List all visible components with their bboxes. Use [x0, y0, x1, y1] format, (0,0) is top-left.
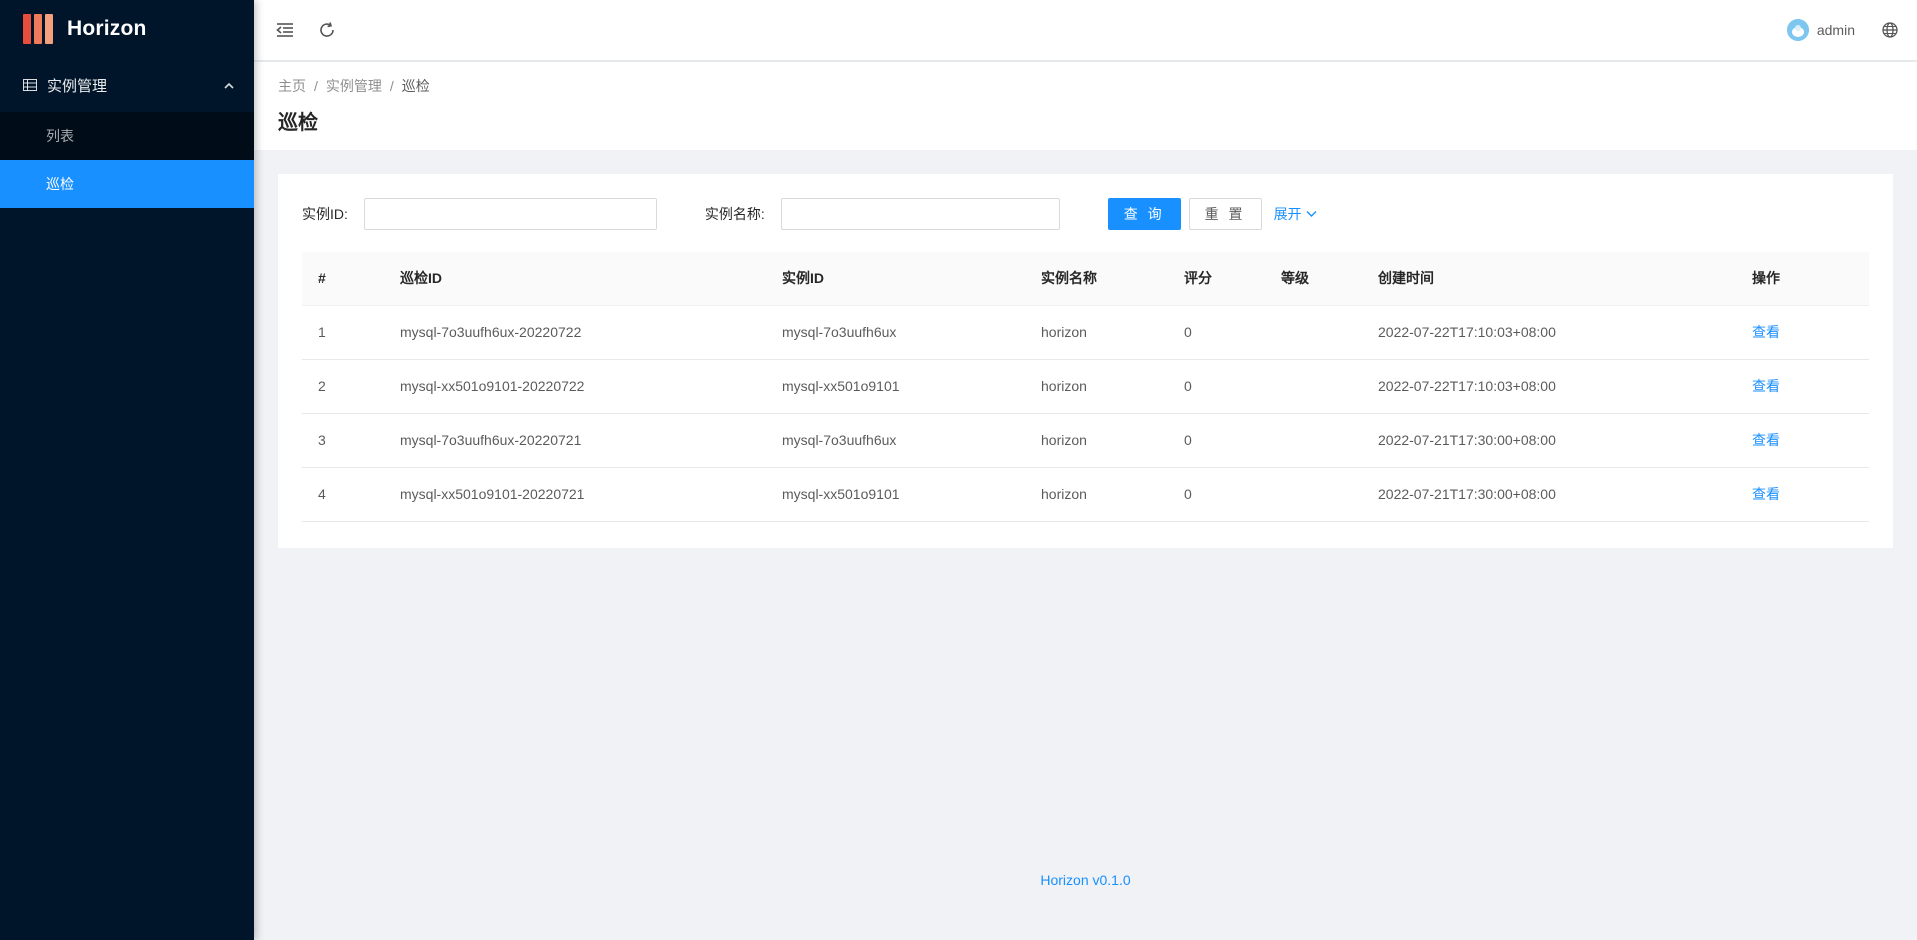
cell-instance-name: horizon — [1025, 359, 1168, 414]
inspection-table: # 巡检ID 实例ID 实例名称 评分 等级 创建时间 操作 1 mysql-7… — [302, 252, 1869, 522]
cell-level — [1265, 305, 1362, 360]
logo[interactable]: Horizon — [0, 0, 254, 58]
version-text[interactable]: Horizon v0.1.0 — [1040, 872, 1130, 888]
instance-name-input[interactable] — [780, 198, 1060, 230]
cell-instance-name: horizon — [1025, 305, 1168, 360]
page-title: 巡检 — [278, 112, 318, 134]
column-header: 实例名称 — [1025, 252, 1168, 306]
table-row: 3 mysql-7o3uufh6ux-20220721 mysql-7o3uuf… — [302, 413, 1869, 468]
view-link[interactable]: 查看 — [1752, 432, 1780, 448]
column-header: 等级 — [1265, 252, 1362, 306]
chevron-down-icon — [1306, 211, 1317, 217]
cell-index: 4 — [302, 467, 384, 522]
expand-label: 展开 — [1273, 206, 1302, 222]
column-header: 创建时间 — [1362, 252, 1736, 306]
view-link[interactable]: 查看 — [1752, 486, 1780, 502]
app-name: Horizon — [67, 17, 147, 40]
cell-score: 0 — [1168, 305, 1265, 360]
cell-level — [1265, 413, 1362, 468]
table-icon — [23, 79, 37, 91]
chevron-up-icon — [224, 82, 234, 89]
query-button[interactable]: 查 询 — [1107, 198, 1181, 230]
cell-inspection-id: mysql-xx501o9101-20220721 — [384, 467, 766, 522]
table-row: 1 mysql-7o3uufh6ux-20220722 mysql-7o3uuf… — [302, 305, 1869, 360]
cell-instance-id: mysql-7o3uufh6ux — [766, 305, 1025, 360]
search-form: 实例ID: 实例名称: 查 询 重 置 展开 — [302, 198, 1869, 230]
cell-level — [1265, 467, 1362, 522]
breadcrumb: 主页 / 实例管理 / 巡检 — [278, 76, 1893, 96]
cell-inspection-id: mysql-xx501o9101-20220722 — [384, 359, 766, 414]
cell-score: 0 — [1168, 467, 1265, 522]
content-card: 实例ID: 实例名称: 查 询 重 置 展开 # 巡检ID 实例ID 实例名称 … — [278, 174, 1893, 548]
instance-id-label: 实例ID: — [302, 206, 348, 222]
sidebar-group-label: 实例管理 — [47, 77, 108, 95]
table-header-row: # 巡检ID 实例ID 实例名称 评分 等级 创建时间 操作 — [302, 252, 1869, 306]
column-header: # — [302, 252, 384, 306]
cell-index: 3 — [302, 413, 384, 468]
sidebar-item-inspection[interactable]: 巡检 — [0, 160, 254, 208]
cell-instance-id: mysql-xx501o9101 — [766, 467, 1025, 522]
instance-id-input[interactable] — [363, 198, 657, 230]
sidebar-group-instance-management[interactable]: 实例管理 — [0, 58, 254, 112]
breadcrumb-home[interactable]: 主页 — [278, 76, 306, 96]
reload-icon[interactable] — [316, 19, 338, 41]
table-row: 2 mysql-xx501o9101-20220722 mysql-xx501o… — [302, 359, 1869, 414]
cell-created: 2022-07-22T17:10:03+08:00 — [1362, 305, 1736, 360]
header-right: admin — [1786, 19, 1917, 41]
breadcrumb-instance-management[interactable]: 实例管理 — [326, 76, 382, 96]
cell-score: 0 — [1168, 359, 1265, 414]
cell-instance-name: horizon — [1025, 467, 1168, 522]
username[interactable]: admin — [1817, 22, 1855, 38]
cell-inspection-id: mysql-7o3uufh6ux-20220722 — [384, 305, 766, 360]
column-header: 操作 — [1736, 252, 1869, 306]
top-header: admin — [254, 0, 1917, 60]
column-header: 实例ID — [766, 252, 1025, 306]
cell-score: 0 — [1168, 413, 1265, 468]
cell-index: 2 — [302, 359, 384, 414]
cell-created: 2022-07-21T17:30:00+08:00 — [1362, 413, 1736, 468]
sidebar-item-list[interactable]: 列表 — [0, 112, 254, 160]
avatar[interactable] — [1786, 19, 1809, 41]
column-header: 评分 — [1168, 252, 1265, 306]
cell-level — [1265, 359, 1362, 414]
cell-instance-id: mysql-xx501o9101 — [766, 359, 1025, 414]
expand-link[interactable]: 展开 — [1274, 204, 1317, 224]
table-row: 4 mysql-xx501o9101-20220721 mysql-xx501o… — [302, 467, 1869, 522]
cell-created: 2022-07-22T17:10:03+08:00 — [1362, 359, 1736, 414]
view-link[interactable]: 查看 — [1752, 378, 1780, 394]
sidebar-item-label: 巡检 — [46, 176, 74, 192]
breadcrumb-separator: / — [389, 78, 394, 94]
cell-instance-id: mysql-7o3uufh6ux — [766, 413, 1025, 468]
sidebar-submenu: 列表 — [0, 112, 254, 160]
menu-fold-icon[interactable] — [274, 19, 296, 41]
cell-created: 2022-07-21T17:30:00+08:00 — [1362, 467, 1736, 522]
sidebar: Horizon 实例管理 列表 巡检 — [0, 0, 254, 940]
column-header: 巡检ID — [384, 252, 766, 306]
cell-inspection-id: mysql-7o3uufh6ux-20220721 — [384, 413, 766, 468]
sidebar-item-label: 列表 — [46, 128, 74, 144]
cell-index: 1 — [302, 305, 384, 360]
page-header: 主页 / 实例管理 / 巡检 巡检 — [254, 62, 1917, 150]
global-icon[interactable] — [1879, 19, 1901, 41]
logo-mark-icon — [23, 14, 53, 44]
view-link[interactable]: 查看 — [1752, 324, 1780, 340]
footer: Horizon v0.1.0 — [254, 872, 1917, 888]
cell-instance-name: horizon — [1025, 413, 1168, 468]
reset-button[interactable]: 重 置 — [1188, 198, 1262, 230]
breadcrumb-current: 巡检 — [401, 78, 430, 94]
instance-name-label: 实例名称: — [704, 206, 765, 222]
breadcrumb-separator: / — [314, 78, 318, 94]
